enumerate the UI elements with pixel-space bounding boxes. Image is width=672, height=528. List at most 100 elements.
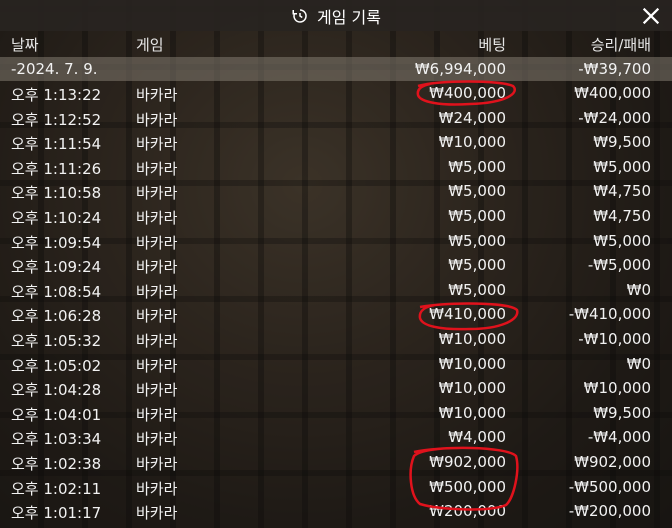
row-time: 오후 1:06:28 (11, 307, 102, 326)
row-bet: ₩902,000 (429, 452, 506, 471)
row-game: 바카라 (136, 282, 178, 301)
window-title: 게임 기록 (0, 0, 672, 31)
row-result: -₩4,000 (587, 428, 651, 447)
row-game: 바카라 (136, 307, 178, 326)
row-result: -₩24,000 (578, 108, 651, 127)
table-row[interactable]: 오후 1:11:26 바카라 ₩5,000 ₩5,000 (0, 155, 672, 180)
column-header-row: 날짜 게임 베팅 승리/패배 (0, 31, 672, 57)
table-row[interactable]: 오후 1:13:22 바카라 ₩400,000 ₩400,000 (0, 81, 672, 106)
row-time: 오후 1:12:52 (11, 110, 102, 129)
table-row[interactable]: 오후 1:02:11 바카라 ₩500,000 -₩500,000 (0, 475, 672, 500)
row-game: 바카라 (136, 159, 178, 178)
row-game: 바카라 (136, 258, 178, 277)
row-game: 바카라 (136, 331, 178, 350)
row-time: 오후 1:09:54 (11, 233, 102, 252)
row-bet: ₩5,000 (448, 157, 506, 176)
row-time: 오후 1:09:24 (11, 258, 102, 277)
row-result: -₩200,000 (568, 502, 651, 521)
date-summary-row[interactable]: -2024. 7. 9. ₩6,994,000 -₩39,700 (0, 57, 672, 81)
row-game: 바카라 (136, 430, 178, 449)
row-game: 바카라 (136, 356, 178, 375)
row-game: 바카라 (136, 504, 178, 523)
column-result: 승리/패배 (590, 36, 651, 54)
table-row[interactable]: 오후 1:09:54 바카라 ₩5,000 ₩5,000 (0, 229, 672, 254)
row-game: 바카라 (136, 135, 178, 154)
history-list: 오후 1:13:22 바카라 ₩400,000 ₩400,000 오후 1:12:52 바… (0, 81, 672, 524)
table-row[interactable]: 오후 1:10:24 바카라 ₩5,000 ₩4,750 (0, 204, 672, 229)
summary-bet: ₩6,994,000 (414, 60, 506, 78)
table-row[interactable]: 오후 1:08:54 바카라 ₩5,000 ₩0 (0, 278, 672, 303)
row-bet: ₩10,000 (438, 133, 506, 152)
row-bet: ₩200,000 (429, 502, 506, 521)
summary-date: -2024. 7. 9. (11, 60, 98, 78)
table-row[interactable]: 오후 1:12:52 바카라 ₩24,000 -₩24,000 (0, 106, 672, 131)
column-game: 게임 (136, 36, 164, 54)
table-row[interactable]: 오후 1:05:02 바카라 ₩10,000 ₩0 (0, 352, 672, 377)
row-bet: ₩5,000 (448, 182, 506, 201)
row-time: 오후 1:08:54 (11, 282, 102, 301)
row-game: 바카라 (136, 110, 178, 129)
table-row[interactable]: 오후 1:02:38 바카라 ₩902,000 ₩902,000 (0, 450, 672, 475)
table-row[interactable]: 오후 1:05:32 바카라 ₩10,000 -₩10,000 (0, 327, 672, 352)
row-time: 오후 1:05:02 (11, 356, 102, 375)
table-row[interactable]: 오후 1:01:17 바카라 ₩200,000 -₩200,000 (0, 499, 672, 524)
row-bet: ₩10,000 (438, 329, 506, 348)
row-result: ₩9,500 (593, 133, 651, 152)
row-bet: ₩5,000 (448, 280, 506, 299)
row-result: -₩500,000 (568, 477, 651, 496)
row-time: 오후 1:10:58 (11, 184, 102, 203)
table-row[interactable]: 오후 1:06:28 바카라 ₩410,000 -₩410,000 (0, 302, 672, 327)
row-game: 바카라 (136, 184, 178, 203)
row-result: ₩400,000 (574, 84, 651, 102)
table-row[interactable]: 오후 1:11:54 바카라 ₩10,000 ₩9,500 (0, 130, 672, 155)
row-time: 오후 1:11:26 (11, 159, 102, 178)
table-row[interactable]: 오후 1:04:01 바카라 ₩10,000 ₩9,500 (0, 401, 672, 426)
row-result: -₩10,000 (578, 329, 651, 348)
row-game: 바카라 (136, 381, 178, 400)
row-result: ₩902,000 (574, 452, 651, 471)
row-bet: ₩500,000 (429, 477, 506, 496)
row-result: ₩5,000 (593, 231, 651, 250)
row-time: 오후 1:01:17 (11, 504, 102, 523)
row-time: 오후 1:05:32 (11, 331, 102, 350)
row-bet: ₩10,000 (438, 403, 506, 422)
row-bet: ₩410,000 (429, 305, 506, 324)
history-icon (292, 8, 307, 23)
row-bet: ₩400,000 (429, 84, 506, 102)
row-time: 오후 1:03:34 (11, 430, 102, 449)
title-text: 게임 기록 (317, 7, 381, 27)
row-result: ₩0 (626, 280, 651, 299)
row-game: 바카라 (136, 454, 178, 473)
row-game: 바카라 (136, 208, 178, 227)
row-result: ₩0 (626, 354, 651, 373)
title-bar: 게임 기록 (0, 0, 672, 31)
row-result: -₩410,000 (568, 305, 651, 324)
row-result: ₩4,750 (593, 206, 651, 225)
row-game: 바카라 (136, 479, 178, 498)
row-bet: ₩5,000 (448, 206, 506, 225)
row-game: 바카라 (136, 233, 178, 252)
row-bet: ₩24,000 (438, 108, 506, 127)
row-time: 오후 1:13:22 (11, 86, 102, 104)
row-time: 오후 1:02:11 (11, 479, 102, 498)
row-bet: ₩10,000 (438, 379, 506, 398)
table-row[interactable]: 오후 1:04:28 바카라 ₩10,000 ₩10,000 (0, 376, 672, 401)
row-time: 오후 1:04:01 (11, 405, 102, 424)
row-time: 오후 1:04:28 (11, 381, 102, 400)
close-icon[interactable] (640, 5, 662, 27)
table-row[interactable]: 오후 1:09:24 바카라 ₩5,000 -₩5,000 (0, 253, 672, 278)
row-bet: ₩4,000 (448, 428, 506, 447)
row-time: 오후 1:11:54 (11, 135, 102, 154)
column-date: 날짜 (11, 36, 39, 54)
row-result: ₩10,000 (583, 379, 651, 398)
row-bet: ₩10,000 (438, 354, 506, 373)
row-time: 오후 1:02:38 (11, 454, 102, 473)
row-bet: ₩5,000 (448, 256, 506, 275)
row-bet: ₩5,000 (448, 231, 506, 250)
row-result: ₩9,500 (593, 403, 651, 422)
column-bet: 베팅 (478, 36, 506, 54)
row-result: ₩4,750 (593, 182, 651, 201)
table-row[interactable]: 오후 1:10:58 바카라 ₩5,000 ₩4,750 (0, 179, 672, 204)
table-row[interactable]: 오후 1:03:34 바카라 ₩4,000 -₩4,000 (0, 425, 672, 450)
row-result: ₩5,000 (593, 157, 651, 176)
